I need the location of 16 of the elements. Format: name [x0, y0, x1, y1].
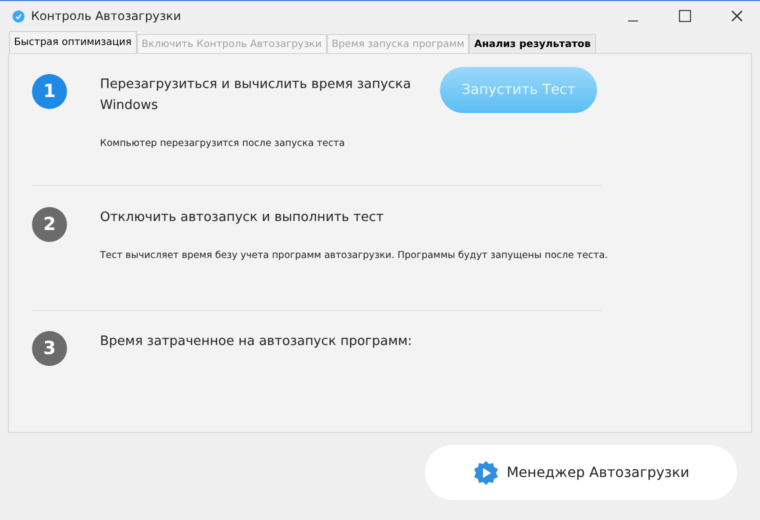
- gear-play-icon: [472, 460, 499, 486]
- step-description: Компьютер перезагрузится после запуска теста: [100, 138, 346, 149]
- window-title: Контроль Автозагрузки: [31, 9, 182, 23]
- step-title: Время затраченное на автозапуск программ:: [100, 333, 414, 351]
- step-title: Отключить автозапуск и выполнить тест: [100, 209, 385, 227]
- step-number: 2: [32, 207, 67, 242]
- maximize-icon[interactable]: [679, 10, 691, 22]
- tab[interactable]: Быстрая оптимизация: [9, 31, 137, 53]
- step-number: 3: [32, 331, 67, 366]
- startup-manager-button[interactable]: Менеджер Автозагрузки: [425, 445, 737, 500]
- tab[interactable]: Анализ результатов: [469, 34, 596, 53]
- close-icon[interactable]: [731, 10, 743, 22]
- app-logo-icon: [12, 10, 25, 22]
- step-title: Перезагрузиться и вычислить время запуска Windows: [100, 76, 412, 115]
- step-number: 1: [32, 74, 67, 109]
- step-description: Тест вычисляет время безу учета программ автозагрузки. Программы будут запущены после теста.: [100, 250, 608, 261]
